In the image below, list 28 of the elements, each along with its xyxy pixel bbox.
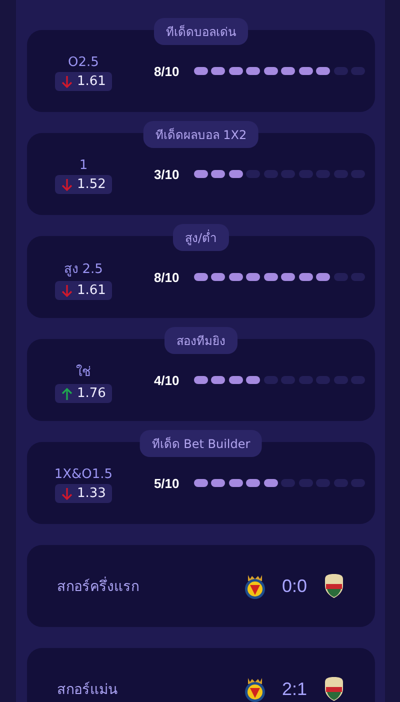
tip-title: สูง/ต่ำ bbox=[172, 224, 230, 251]
tip-title: ทีเด็ดผลบอล 1X2 bbox=[143, 121, 259, 148]
score-label: สกอร์ครึ่งแรก bbox=[57, 575, 244, 597]
crest-icon bbox=[244, 676, 266, 702]
odds-value: 1.61 bbox=[76, 283, 106, 298]
market-label: O2.5 bbox=[68, 55, 99, 70]
odds-value: 1.61 bbox=[76, 74, 106, 89]
odds-value: 1.76 bbox=[76, 386, 106, 401]
rating-text: 8/10 bbox=[154, 64, 180, 78]
tip-title: สองทีมยิง bbox=[164, 327, 238, 354]
rating-text: 3/10 bbox=[154, 166, 180, 182]
tip-title: ทีเด็ด Bet Builder bbox=[140, 430, 262, 457]
score-label: สกอร์แม่น bbox=[57, 680, 119, 700]
market-label: ใช่ bbox=[76, 364, 91, 382]
market-label: 1X&O1.5 bbox=[54, 467, 113, 482]
odds-value: 1.33 bbox=[76, 486, 106, 501]
crest-icon bbox=[323, 676, 345, 702]
tip-title: ทีเด็ดบอลเด่น bbox=[154, 18, 248, 45]
market-label: สูง 2.5 bbox=[64, 261, 103, 279]
rating-text: 8/10 bbox=[154, 270, 180, 284]
crest-icon bbox=[323, 573, 345, 599]
market-label: 1 bbox=[79, 158, 88, 173]
crest-icon bbox=[244, 573, 266, 599]
rating-text: 4/10 bbox=[154, 372, 180, 388]
rating-text: 5/10 bbox=[154, 476, 180, 490]
odds-value: 1.52 bbox=[76, 177, 106, 192]
score-result: 0:0 bbox=[282, 576, 307, 596]
score-result: 2:1 bbox=[282, 678, 307, 700]
